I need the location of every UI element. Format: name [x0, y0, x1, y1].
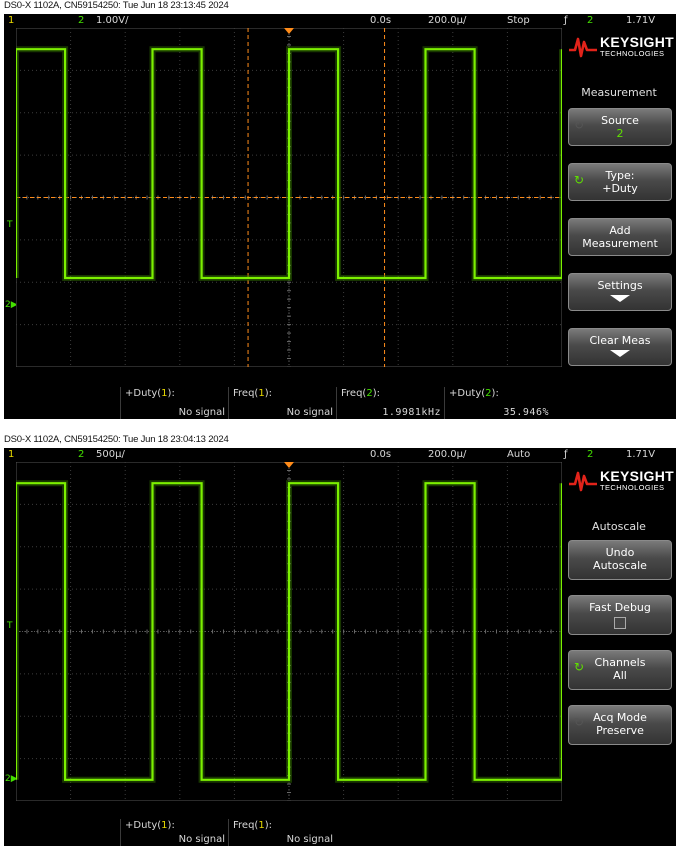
entry-knob-icon: ↻ — [574, 660, 585, 674]
add-measurement-softkey[interactable]: Add Measurement — [568, 218, 672, 256]
waveform-area[interactable] — [16, 462, 562, 801]
acq-mode-softkey[interactable]: ↻ Acq Mode Preserve — [568, 705, 672, 745]
softkey-label: Source — [601, 114, 639, 127]
measurement-value: No signal — [286, 407, 333, 418]
softkey-value: +Duty — [602, 182, 638, 195]
softkey-label: Acq Mode — [593, 711, 647, 724]
clear-meas-softkey[interactable]: Clear Meas — [568, 328, 672, 366]
trigger-level-marker: T — [7, 621, 13, 631]
trigger-source: 2 — [587, 449, 594, 460]
keysight-logo: KEYSIGHT TECHNOLOGIES — [562, 28, 676, 68]
measurement-cell[interactable]: Freq(1): No signal — [228, 819, 337, 846]
time-scale: 200.0µ/ — [428, 15, 467, 26]
submenu-arrow-icon — [610, 350, 630, 357]
status-bar: 1 2 500µ/ 0.0s 200.0µ/ Auto ƒ 2 1.71V — [4, 448, 676, 462]
measurement-value: No signal — [178, 834, 225, 845]
softkey-value: 2 — [616, 127, 624, 140]
softkey-menu: KEYSIGHT TECHNOLOGIES Measurement ↻ Sour… — [562, 28, 676, 419]
time-offset: 0.0s — [370, 449, 392, 460]
measurement-label: +Duty(1): — [125, 820, 175, 831]
measurement-bar: +Duty(1): No signal Freq(1): No signal Freq(… — [4, 369, 562, 419]
measurement-cell[interactable]: Freq(2): 1.9981kHz — [336, 387, 445, 419]
waveform-area[interactable] — [16, 28, 562, 367]
softkey-label: Type: — [605, 169, 635, 182]
time-offset: 0.0s — [370, 15, 392, 26]
channel-1-indicator[interactable]: 1 — [8, 15, 14, 26]
brand-subtitle: TECHNOLOGIES — [600, 49, 665, 58]
screenshot-caption: DS0-X 1102A, CN59154250: Tue Jun 18 23:1… — [4, 0, 229, 11]
measurement-label: Freq(1): — [233, 820, 272, 831]
trigger-level-marker: T — [7, 220, 13, 230]
type-softkey[interactable]: ↻ Type: +Duty — [568, 163, 672, 201]
measurement-cell[interactable]: +Duty(1): No signal — [120, 819, 229, 846]
trigger-level: 1.71V — [626, 449, 656, 460]
trigger-level: 1.71V — [626, 15, 656, 26]
run-state: Auto — [507, 449, 531, 460]
checkbox-icon — [614, 617, 626, 629]
measurement-cell[interactable]: Freq(1): No signal — [228, 387, 337, 419]
softkey-label-line2: Autoscale — [593, 559, 647, 572]
graticule — [16, 28, 562, 367]
source-softkey[interactable]: ↻ Source 2 — [568, 108, 672, 146]
softkey-label: Fast Debug — [589, 601, 651, 614]
softkey-value: Preserve — [596, 724, 644, 737]
softkey-label: Channels — [594, 656, 646, 669]
brand-name: KEYSIGHT — [600, 34, 674, 50]
menu-title: Measurement — [581, 86, 657, 99]
measurement-label: Freq(2): — [341, 388, 380, 399]
graticule — [16, 462, 562, 801]
menu-title: Autoscale — [592, 520, 646, 533]
softkey-value: All — [613, 669, 627, 682]
softkey-label-line2: Measurement — [582, 237, 658, 250]
measurement-value: No signal — [286, 834, 333, 845]
softkey-label: Add — [609, 224, 631, 237]
measurement-cell[interactable]: +Duty(1): No signal — [120, 387, 229, 419]
oscilloscope-display: 1 2 1.00V/ 0.0s 200.0µ/ Stop ƒ 2 1.71V T… — [4, 14, 676, 419]
entry-knob-icon: ↻ — [574, 118, 585, 132]
time-scale: 200.0µ/ — [428, 449, 467, 460]
fast-debug-softkey[interactable]: Fast Debug — [568, 595, 672, 635]
keysight-logo: KEYSIGHT TECHNOLOGIES — [562, 462, 676, 502]
channels-softkey[interactable]: ↻ Channels All — [568, 650, 672, 690]
submenu-arrow-icon — [610, 295, 630, 302]
measurement-label: +Duty(1): — [125, 388, 175, 399]
undo-autoscale-softkey[interactable]: Undo Autoscale — [568, 540, 672, 580]
softkey-label: Settings — [597, 279, 643, 292]
channel-2-indicator[interactable]: 2 — [78, 15, 84, 26]
channel-2-scale: 1.00V/ — [96, 15, 129, 26]
softkey-label: Undo — [605, 546, 635, 559]
keysight-wave-icon — [569, 471, 597, 492]
channel-2-scale: 500µ/ — [96, 449, 125, 460]
softkey-label: Clear Meas — [589, 334, 651, 347]
measurement-label: +Duty(2): — [449, 388, 499, 399]
entry-knob-icon: ↻ — [574, 173, 585, 187]
settings-softkey[interactable]: Settings — [568, 273, 672, 311]
measurement-bar: +Duty(1): No signal Freq(1): No signal — [4, 803, 562, 846]
brand-name: KEYSIGHT — [600, 468, 674, 484]
trigger-slope-icon: ƒ — [564, 15, 568, 26]
softkey-menu: KEYSIGHT TECHNOLOGIES Autoscale Undo Aut… — [562, 462, 676, 846]
trigger-slope-icon: ƒ — [564, 449, 568, 460]
oscilloscope-display: 1 2 500µ/ 0.0s 200.0µ/ Auto ƒ 2 1.71V T … — [4, 448, 676, 846]
measurement-value: No signal — [178, 407, 225, 418]
status-bar: 1 2 1.00V/ 0.0s 200.0µ/ Stop ƒ 2 1.71V — [4, 14, 676, 28]
channel-2-indicator[interactable]: 2 — [78, 449, 84, 460]
measurement-label: Freq(1): — [233, 388, 272, 399]
trigger-source: 2 — [587, 15, 594, 26]
measurement-cell[interactable]: +Duty(2): 35.946% — [444, 387, 553, 419]
keysight-wave-icon — [569, 37, 597, 58]
brand-subtitle: TECHNOLOGIES — [600, 483, 665, 492]
channel-1-indicator[interactable]: 1 — [8, 449, 14, 460]
run-state: Stop — [507, 15, 530, 26]
screenshot-caption: DS0-X 1102A, CN59154250: Tue Jun 18 23:0… — [4, 434, 229, 445]
measurement-value: 1.9981kHz — [382, 407, 441, 418]
measurement-value: 35.946% — [503, 407, 549, 418]
entry-knob-icon: ↻ — [574, 715, 585, 729]
